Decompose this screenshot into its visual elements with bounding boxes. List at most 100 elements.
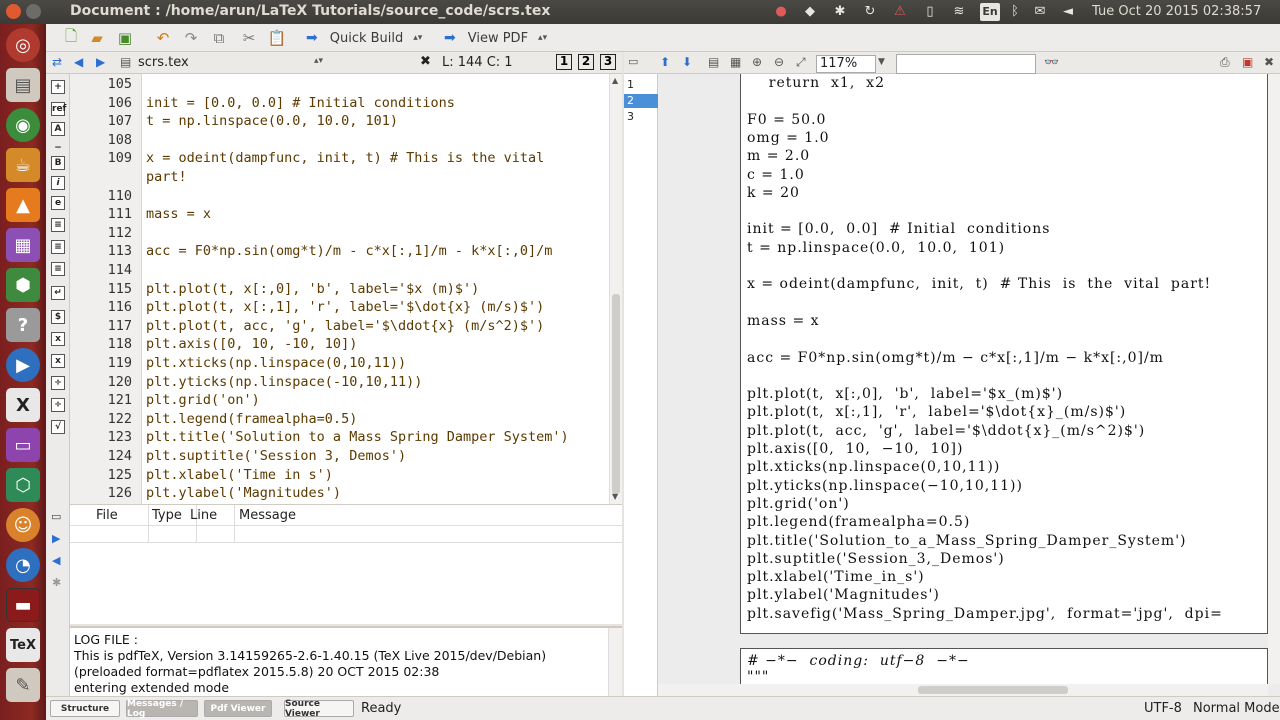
align-center-icon[interactable]: ≡ bbox=[51, 240, 65, 254]
sync-icon[interactable]: ↻ bbox=[862, 4, 878, 20]
zoom-dropdown-icon[interactable]: ▼ bbox=[878, 57, 885, 67]
mail-icon[interactable]: ✉ bbox=[1032, 4, 1048, 20]
terminal-icon[interactable]: ▬ bbox=[6, 588, 40, 622]
previous-error-icon[interactable]: ◀ bbox=[52, 554, 60, 567]
tab-list-icon[interactable]: ⇄ bbox=[52, 55, 62, 69]
external-viewer-icon[interactable]: ▣ bbox=[1242, 55, 1253, 69]
media-icon[interactable]: ▦ bbox=[6, 228, 40, 262]
pdf-page-item[interactable]: 1 bbox=[624, 78, 658, 92]
page-up-icon[interactable]: ⬆ bbox=[660, 55, 670, 69]
view-2-button[interactable]: 2 bbox=[578, 54, 594, 70]
quick-build-selector[interactable]: ➡ Quick Build ▴▾ bbox=[306, 27, 436, 49]
chrome-icon[interactable]: ◉ bbox=[6, 108, 40, 142]
editor-scroll-thumb[interactable] bbox=[612, 294, 620, 494]
tab-messages-log[interactable]: Messages / Log bbox=[126, 699, 198, 719]
next-doc-icon[interactable]: ▶ bbox=[96, 55, 105, 69]
log-scrollbar[interactable] bbox=[608, 628, 622, 696]
open-document-name[interactable]: scrs.tex bbox=[138, 55, 189, 70]
update-icon[interactable]: ◔ bbox=[6, 548, 40, 582]
search-icon[interactable]: 👓 bbox=[1044, 55, 1059, 69]
settings-icon[interactable]: ✱ bbox=[832, 4, 848, 20]
log-output[interactable]: LOG FILE : This is pdfTeX, Version 3.141… bbox=[70, 626, 622, 696]
tab-source-viewer[interactable]: Source Viewer bbox=[284, 699, 354, 719]
code-line[interactable]: plt.axis([0, 10, -10, 10]) bbox=[146, 336, 357, 352]
superscript-icon[interactable]: x bbox=[51, 354, 65, 368]
print-icon[interactable]: ⎙ bbox=[1220, 55, 1230, 70]
code-line[interactable]: plt.xticks(np.linspace(0,10,11)) bbox=[146, 355, 406, 371]
panel-icon[interactable]: ▭ bbox=[51, 510, 61, 523]
code-line[interactable]: plt.xlabel('Time in s') bbox=[146, 467, 333, 483]
tab-pdf-viewer[interactable]: Pdf Viewer bbox=[204, 700, 272, 717]
fit-icon[interactable]: ⤢ bbox=[796, 55, 806, 70]
code-line[interactable]: x = odeint(dampfunc, init, t) # This is … bbox=[146, 150, 544, 166]
view-1-button[interactable]: 1 bbox=[556, 54, 572, 70]
player-icon[interactable]: ▶ bbox=[6, 348, 40, 382]
pdf-horizontal-scrollbar[interactable] bbox=[658, 684, 1268, 696]
code-line[interactable]: plt.suptitle('Session 3, Demos') bbox=[146, 448, 406, 464]
scroll-down-icon[interactable]: ▼ bbox=[612, 492, 618, 501]
code-line[interactable]: plt.plot(t, x[:,0], 'b', label='$x (m)$'… bbox=[146, 281, 479, 297]
help-icon[interactable]: ? bbox=[6, 308, 40, 342]
warning-icon[interactable]: ⚠ bbox=[892, 4, 908, 20]
code-line[interactable]: plt.legend(framealpha=0.5) bbox=[146, 411, 357, 427]
wifi-icon[interactable]: ≋ bbox=[951, 4, 967, 20]
clipboard-icon[interactable]: ▯ bbox=[922, 4, 938, 20]
view-pdf-selector[interactable]: ➡ View PDF ▴▾ bbox=[444, 27, 574, 49]
plus-icon[interactable]: + bbox=[51, 80, 65, 94]
pdf-scroll-thumb[interactable] bbox=[918, 686, 1068, 694]
view-3-button[interactable]: 3 bbox=[600, 54, 616, 70]
paste-icon[interactable]: 📋 bbox=[266, 27, 288, 49]
page-icon[interactable]: ▤ bbox=[708, 55, 719, 69]
code-line[interactable]: part! bbox=[146, 169, 187, 185]
pdf-page-item[interactable]: 3 bbox=[624, 110, 658, 124]
code-line[interactable]: t = np.linspace(0.0, 10.0, 101) bbox=[146, 113, 398, 129]
undo-icon[interactable]: ↶ bbox=[152, 27, 174, 49]
fraction-icon[interactable]: ÷ bbox=[51, 376, 65, 390]
zoom-level-field[interactable]: 117% bbox=[816, 55, 876, 73]
new-file-icon[interactable]: 🗋 bbox=[60, 27, 82, 49]
italic-icon[interactable]: i bbox=[51, 176, 65, 190]
encoding-indicator[interactable]: UTF-8 bbox=[1144, 701, 1182, 716]
keyboard-layout-indicator[interactable]: En bbox=[980, 3, 1000, 21]
align-right-icon[interactable]: ≡ bbox=[51, 262, 65, 276]
code-line[interactable]: plt.plot(t, x[:,1], 'r', label='$\dot{x}… bbox=[146, 299, 544, 315]
code-line[interactable]: acc = F0*np.sin(omg*t)/m - c*x[:,1]/m - … bbox=[146, 243, 552, 259]
pdf-page-item[interactable]: 2 bbox=[624, 94, 658, 108]
bold-icon[interactable]: B bbox=[51, 156, 65, 170]
code-line[interactable]: init = [0.0, 0.0] # Initial conditions bbox=[146, 95, 455, 111]
structure-toggle-icon[interactable]: ▭ bbox=[628, 55, 638, 68]
code-editor[interactable]: 105 106 107 108 109 110 111 112 113 114 115 116 117 1… bbox=[70, 74, 622, 504]
column-header-line[interactable]: Line bbox=[190, 508, 217, 523]
editor-icon[interactable]: ✎ bbox=[6, 668, 40, 702]
code-line[interactable]: plt.plot(t, acc, 'g', label='$\ddot{x} (… bbox=[146, 318, 544, 334]
close-document-icon[interactable]: ✖ bbox=[420, 54, 431, 69]
pdf-search-input[interactable] bbox=[896, 54, 1036, 74]
zoom-in-icon[interactable]: ⊕ bbox=[752, 55, 762, 69]
zoom-out-icon[interactable]: ⊖ bbox=[774, 55, 784, 69]
window-app-icon[interactable]: ▭ bbox=[6, 428, 40, 462]
newline-icon[interactable]: ↵ bbox=[51, 286, 65, 300]
redo-icon[interactable]: ↷ bbox=[180, 27, 202, 49]
dollar-icon[interactable]: $ bbox=[51, 310, 65, 324]
code-line[interactable]: plt.yticks(np.linspace(-10,10,11)) bbox=[146, 374, 422, 390]
open-folder-icon[interactable]: ▰ bbox=[86, 27, 108, 49]
record-icon[interactable]: ● bbox=[773, 4, 789, 20]
files-icon[interactable]: ▤ bbox=[6, 68, 40, 102]
code-line[interactable]: mass = x bbox=[146, 206, 211, 222]
bluetooth-icon[interactable]: ᛒ bbox=[1007, 4, 1023, 20]
stop-icon[interactable]: ✱ bbox=[52, 576, 61, 589]
cube-icon[interactable]: ⬢ bbox=[6, 268, 40, 302]
pdf-viewer[interactable]: return x1, x2 F0 = 50.0 omg = 1.0 m = 2.0 c … bbox=[658, 74, 1280, 696]
volume-icon[interactable]: ◄ bbox=[1060, 4, 1076, 20]
cat-icon[interactable]: ☺ bbox=[6, 508, 40, 542]
dash-icon[interactable]: ◎ bbox=[6, 28, 40, 62]
close-pdf-icon[interactable]: ✖ bbox=[1264, 55, 1274, 69]
mode-indicator[interactable]: Normal Mode bbox=[1193, 701, 1280, 716]
teapot-icon[interactable]: ☕ bbox=[6, 148, 40, 182]
code-line[interactable]: plt.title('Solution to a Mass Spring Dam… bbox=[146, 429, 569, 445]
pdf-vertical-scrollbar[interactable] bbox=[1268, 74, 1280, 684]
sqrt-icon[interactable]: √ bbox=[51, 420, 65, 434]
save-icon[interactable]: ▣ bbox=[114, 27, 136, 49]
align-left-icon[interactable]: ≡ bbox=[51, 218, 65, 232]
package-icon[interactable]: ⬡ bbox=[6, 468, 40, 502]
